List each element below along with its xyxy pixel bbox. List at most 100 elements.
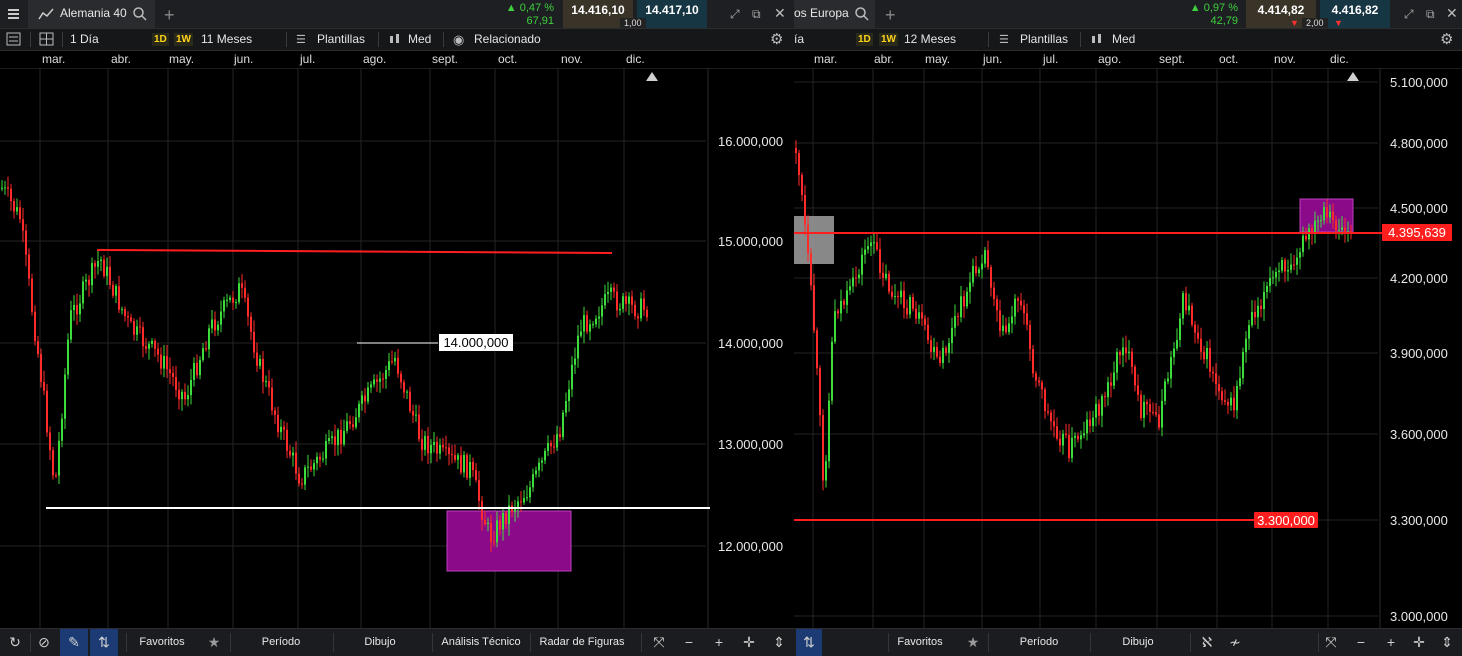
close-icon[interactable]: ✕ (774, 5, 786, 22)
crosshair-icon[interactable]: ✛ (738, 629, 760, 656)
candle-body (1254, 312, 1256, 318)
scroll-to-end-icon[interactable] (646, 72, 658, 81)
period-button[interactable]: Período (994, 629, 1084, 656)
vertical-fit-icon[interactable]: ⇕ (1436, 629, 1458, 656)
month-label: oct. (1219, 52, 1239, 66)
candle-body (16, 207, 18, 212)
close-icon[interactable]: ✕ (1446, 5, 1458, 22)
candle-body (181, 391, 183, 400)
month-label: jul. (300, 52, 316, 66)
star-icon[interactable]: ★ (203, 629, 225, 656)
auto-scale-icon[interactable]: ⤧ (1320, 629, 1342, 656)
related-button[interactable]: Relacionado (474, 29, 541, 50)
candle-body (229, 297, 231, 300)
settings-list-icon[interactable] (6, 32, 22, 47)
interval-1d-button[interactable]: 1D (152, 33, 169, 46)
expand-icon[interactable]: ⤢ (1404, 7, 1414, 22)
ask-price-button[interactable]: 4.416,82 (1320, 0, 1390, 28)
chart-grid (794, 68, 1381, 629)
templates-button[interactable]: Plantillas (317, 29, 365, 50)
left-price-chart[interactable]: 14.000,000 16.000,000 15.000,000 14.000,… (0, 68, 794, 629)
interval-select[interactable]: ía (794, 29, 804, 50)
candle-body (292, 452, 294, 456)
y-axis-label: 4.200,000 (1390, 271, 1448, 286)
candlestick-series (1, 176, 648, 552)
zoom-in-icon[interactable]: + (708, 629, 730, 656)
range-select[interactable]: 12 Meses (904, 29, 956, 50)
candle-body (199, 359, 201, 376)
candle-body (424, 436, 426, 450)
scroll-to-end-icon[interactable] (1347, 72, 1359, 81)
popout-icon[interactable]: ⧉ (752, 7, 761, 22)
candle-body (454, 455, 456, 460)
candle-body (280, 426, 282, 433)
zoom-out-icon[interactable]: − (678, 629, 700, 656)
candle-body (1287, 269, 1289, 272)
candle-body (804, 195, 806, 225)
technical-analysis-button[interactable]: Análisis Técnico (436, 629, 526, 656)
popout-icon[interactable]: ⧉ (1426, 7, 1435, 22)
add-tab-icon[interactable]: + (164, 5, 175, 26)
candle-body (436, 441, 438, 454)
menu-icon[interactable] (6, 6, 22, 22)
y-axis-label: 12.000,000 (718, 539, 783, 554)
gear-icon[interactable]: ⚙ (1440, 30, 1453, 48)
candle-body (187, 395, 189, 400)
candle-body (1128, 351, 1130, 354)
candle-body (873, 242, 875, 244)
price-type-select[interactable]: Med (1112, 29, 1135, 50)
search-icon[interactable] (132, 6, 148, 22)
auto-scale-icon[interactable]: ⤧ (648, 629, 670, 656)
drawing-button[interactable]: Dibujo (1098, 629, 1178, 656)
favorites-button[interactable]: Favoritos (132, 629, 192, 656)
price-type-select[interactable]: Med (408, 29, 431, 50)
add-tab-icon[interactable]: + (885, 5, 896, 26)
interval-select[interactable]: 1 Día (70, 29, 99, 50)
interval-1w-button[interactable]: 1W (879, 33, 898, 46)
candle-body (469, 461, 471, 478)
templates-button[interactable]: Plantillas (1020, 29, 1068, 50)
layout-grid-icon[interactable] (39, 32, 55, 47)
sort-arrows-icon[interactable]: ⇅ (796, 629, 822, 656)
candle-body (999, 310, 1001, 331)
star-icon[interactable]: ★ (962, 629, 984, 656)
candle-body (1227, 401, 1229, 406)
fibonacci-icon[interactable]: ℵ (1196, 629, 1218, 656)
right-price-chart[interactable]: 3.300,000 4.395,639 5.100,000 4.800,000 … (794, 68, 1462, 629)
pattern-radar-button[interactable]: Radar de Figuras (534, 629, 630, 656)
candle-body (1296, 257, 1298, 265)
vertical-fit-icon[interactable]: ⇕ (768, 629, 790, 656)
candle-body (154, 340, 156, 349)
disable-icon[interactable]: ⊘ (33, 629, 55, 656)
refresh-icon[interactable]: ↻ (4, 629, 26, 656)
month-label: may. (925, 52, 951, 66)
gear-icon[interactable]: ⚙ (770, 30, 783, 48)
period-button[interactable]: Período (236, 629, 326, 656)
search-icon[interactable] (854, 6, 870, 22)
candle-body (1041, 382, 1043, 390)
candle-body (798, 153, 800, 176)
chart-line-icon (38, 7, 54, 21)
candle-body (343, 430, 345, 445)
candle-body (274, 410, 276, 415)
sort-arrows-icon[interactable]: ⇅ (90, 629, 118, 656)
zoom-out-icon[interactable]: − (1350, 629, 1372, 656)
candle-body (46, 390, 48, 433)
bid-price: 14.416,10 (571, 3, 625, 17)
candle-body (61, 418, 63, 441)
drawing-button[interactable]: Dibujo (340, 629, 420, 656)
interval-1d-button[interactable]: 1D (856, 33, 873, 46)
candle-body (169, 369, 171, 374)
range-select[interactable]: 11 Meses (201, 29, 252, 50)
trend-tool-icon[interactable]: ≁ (1224, 629, 1246, 656)
crosshair-icon[interactable]: ✛ (1408, 629, 1430, 656)
pencil-icon[interactable]: ✎ (60, 629, 88, 656)
spread-value: 1,00 (620, 18, 646, 28)
expand-icon[interactable]: ⤢ (730, 7, 740, 22)
ask-price-button[interactable]: 14.417,10 (637, 0, 707, 28)
resistance-line[interactable] (96, 249, 613, 254)
zoom-in-icon[interactable]: + (1380, 629, 1402, 656)
candle-body (559, 434, 561, 438)
interval-1w-button[interactable]: 1W (174, 33, 193, 46)
favorites-button[interactable]: Favoritos (890, 629, 950, 656)
